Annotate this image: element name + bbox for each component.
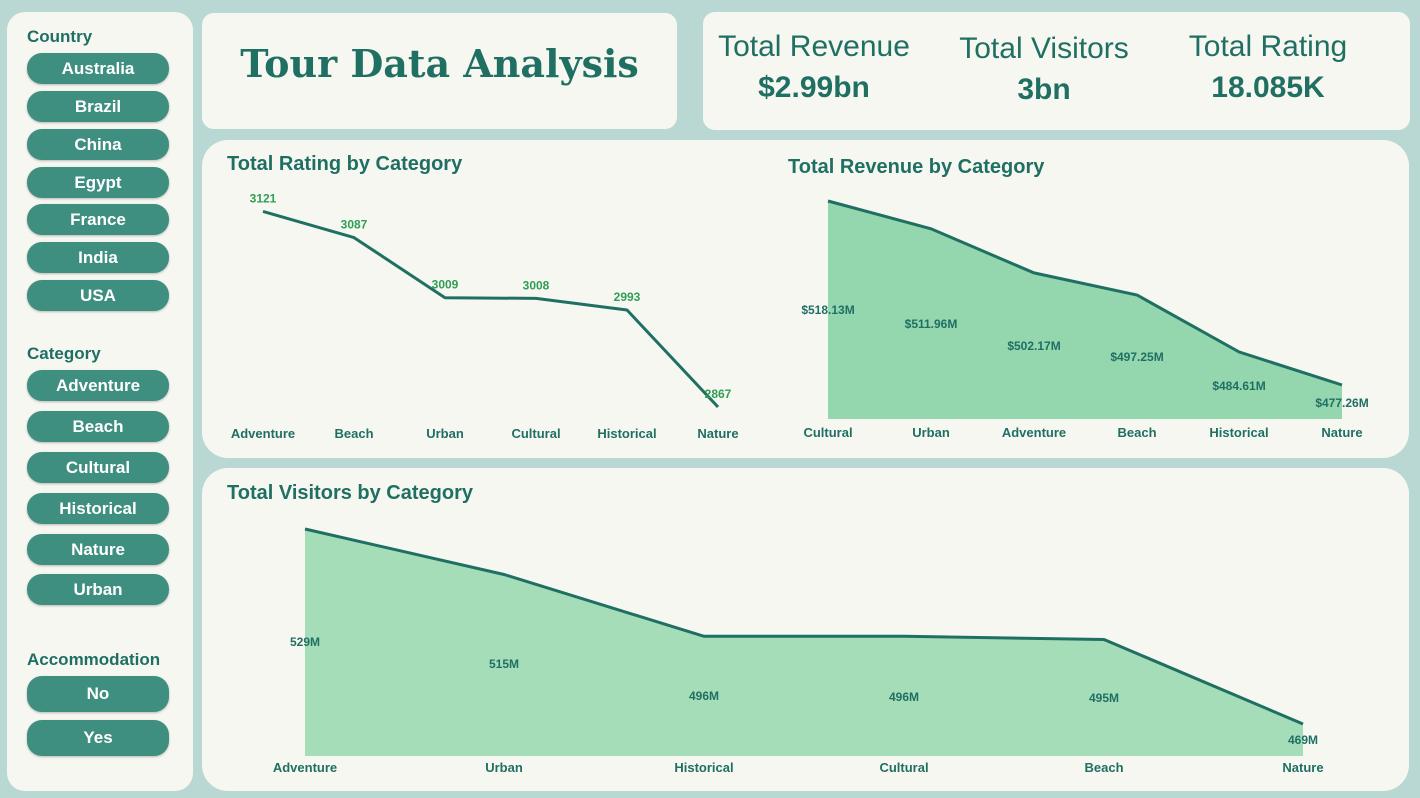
- kpi-value: 18.085K: [1211, 71, 1325, 104]
- visitors-x-tick-label: Adventure: [273, 760, 337, 775]
- kpi-label: Total Revenue: [718, 30, 910, 63]
- accommodation-button-yes[interactable]: Yes: [27, 720, 169, 756]
- kpi-value: $2.99bn: [758, 71, 870, 104]
- kpi-total-rating: Total Rating 18.085K: [1167, 30, 1369, 105]
- rating-data-label: 3009: [432, 278, 459, 292]
- country-button-france[interactable]: France: [27, 204, 169, 235]
- rating-x-tick-label: Historical: [597, 426, 656, 441]
- category-filter-title: Category: [27, 344, 101, 363]
- country-button-usa[interactable]: USA: [27, 280, 169, 311]
- bottom-chart-panel: Total Visitors by Category 529M Adventure…: [202, 468, 1409, 791]
- kpi-total-visitors: Total Visitors 3bn: [943, 32, 1145, 107]
- category-button-historical[interactable]: Historical: [27, 493, 169, 524]
- rating-x-tick-label: Adventure: [231, 426, 295, 441]
- country-button-china[interactable]: China: [27, 129, 169, 160]
- rating-series-line: [262, 209, 720, 409]
- rating-data-label: 2867: [705, 387, 732, 401]
- revenue-x-tick-label: Adventure: [1002, 425, 1066, 440]
- revenue-x-tick-label: Beach: [1117, 425, 1156, 440]
- rating-x-tick-label: Beach: [334, 426, 373, 441]
- rating-x-tick-label: Cultural: [511, 426, 560, 441]
- kpi-card: Total Revenue $2.99bn Total Visitors 3bn…: [703, 12, 1410, 130]
- accommodation-filter-title: Accommodation: [27, 650, 161, 669]
- visitors-x-tick-label: Beach: [1084, 760, 1123, 775]
- visitors-data-label: 515M: [489, 657, 519, 671]
- country-button-india[interactable]: India: [27, 242, 169, 273]
- visitors-data-label: 529M: [290, 635, 320, 649]
- category-button-adventure[interactable]: Adventure: [27, 370, 169, 401]
- revenue-data-label: $502.17M: [1007, 339, 1060, 353]
- revenue-data-label: $484.61M: [1212, 379, 1265, 393]
- visitors-x-tick-label: Historical: [674, 760, 733, 775]
- revenue-data-label: $511.96M: [905, 317, 958, 331]
- revenue-x-tick-label: Nature: [1321, 425, 1362, 440]
- filter-sidebar: Country Australia Brazil China Egypt Fra…: [7, 12, 193, 791]
- rating-data-label: 3008: [523, 278, 550, 292]
- rating-x-tick-label: Urban: [426, 426, 464, 441]
- kpi-label: Total Rating: [1188, 30, 1348, 63]
- top-charts-svg: 3121 Adventure 3087 Beach 3009 Urban 3008 Cultu…: [231, 191, 1369, 441]
- top-charts-panel: Total Rating by Category Total Revenue b…: [202, 140, 1409, 458]
- accommodation-button-no[interactable]: No: [27, 676, 169, 712]
- category-button-cultural[interactable]: Cultural: [27, 452, 169, 483]
- country-filter-title: Country: [27, 27, 93, 46]
- revenue-x-tick-label: Urban: [912, 425, 950, 440]
- rating-data-label: 2993: [614, 290, 641, 304]
- visitors-data-label: 469M: [1288, 733, 1318, 747]
- rating-data-label: 3087: [341, 218, 368, 232]
- title-card: Tour Data Analysis: [202, 13, 677, 129]
- country-button-egypt[interactable]: Egypt: [27, 167, 169, 198]
- kpi-label: Total Visitors: [959, 32, 1129, 65]
- rating-x-tick-label: Nature: [697, 426, 738, 441]
- rating-data-label: 3121: [250, 191, 277, 205]
- visitors-data-label: 496M: [689, 689, 719, 703]
- country-button-brazil[interactable]: Brazil: [27, 91, 169, 122]
- revenue-x-tick-label: Cultural: [803, 425, 852, 440]
- revenue-data-label: $497.25M: [1110, 350, 1163, 364]
- visitors-data-label: 495M: [1089, 691, 1119, 705]
- kpi-value: 3bn: [1017, 73, 1071, 106]
- visitors-data-label: 496M: [889, 690, 919, 704]
- category-button-urban[interactable]: Urban: [27, 574, 169, 605]
- dashboard-title: Tour Data Analysis: [240, 41, 639, 86]
- kpi-total-revenue: Total Revenue $2.99bn: [713, 30, 915, 105]
- revenue-x-tick-label: Historical: [1209, 425, 1268, 440]
- category-button-beach[interactable]: Beach: [27, 411, 169, 442]
- category-button-nature[interactable]: Nature: [27, 534, 169, 565]
- revenue-data-label: $518.13M: [801, 303, 854, 317]
- visitors-chart-svg: 529M Adventure 515M Urban 496M Historical 496M…: [273, 527, 1324, 775]
- revenue-data-label: $477.26M: [1315, 396, 1368, 410]
- visitors-x-tick-label: Cultural: [879, 760, 928, 775]
- country-button-australia[interactable]: Australia: [27, 53, 169, 84]
- visitors-x-tick-label: Nature: [1282, 760, 1323, 775]
- visitors-x-tick-label: Urban: [485, 760, 523, 775]
